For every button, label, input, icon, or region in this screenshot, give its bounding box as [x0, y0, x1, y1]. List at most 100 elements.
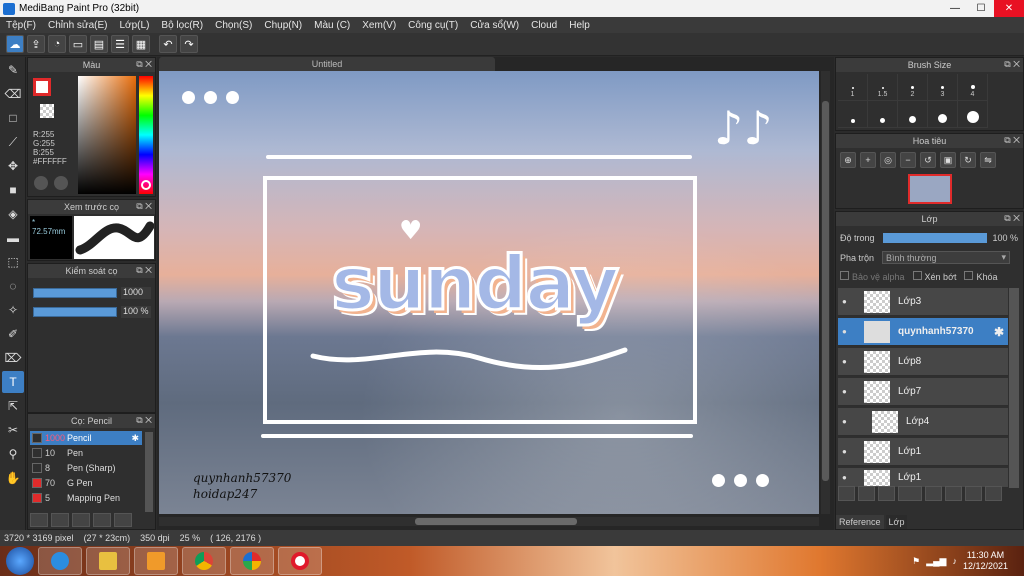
- color-wheel-icon[interactable]: [54, 176, 68, 190]
- menu-filter[interactable]: Bộ lọc(R): [155, 20, 209, 31]
- eye-icon[interactable]: ●: [842, 357, 856, 366]
- flip-icon[interactable]: ⇋: [980, 152, 996, 168]
- menu-layer[interactable]: Lớp(L): [114, 20, 156, 31]
- rotate-right-icon[interactable]: ↻: [960, 152, 976, 168]
- eye-icon[interactable]: ●: [842, 387, 856, 396]
- maximize-icon[interactable]: ☐: [968, 0, 994, 17]
- upload-icon[interactable]: ⇪: [27, 35, 45, 53]
- list-icon[interactable]: ☰: [111, 35, 129, 53]
- undo-icon[interactable]: ↶: [159, 35, 177, 53]
- menu-view[interactable]: Xem(V): [356, 20, 402, 31]
- grid-icon[interactable]: ▦: [132, 35, 150, 53]
- brush-opacity-slider[interactable]: [33, 307, 117, 317]
- brush-size-slider[interactable]: [33, 288, 117, 298]
- merge-layer-icon[interactable]: [965, 486, 982, 501]
- fill-rect-tool-icon[interactable]: ■: [2, 179, 24, 201]
- divide-tool-icon[interactable]: ✂: [2, 419, 24, 441]
- new-layer-icon[interactable]: [838, 486, 855, 501]
- menu-file[interactable]: Tệp(F): [0, 20, 42, 31]
- saturation-value-picker[interactable]: [78, 76, 136, 194]
- volume-icon[interactable]: ♪: [952, 556, 957, 566]
- size-preset[interactable]: [928, 101, 958, 128]
- palette-icon[interactable]: [34, 176, 48, 190]
- vertical-scrollbar[interactable]: [821, 71, 830, 514]
- menu-edit[interactable]: Chỉnh sửa(E): [42, 20, 114, 31]
- fit-screen-icon[interactable]: ▣: [940, 152, 956, 168]
- brush-folder-icon[interactable]: [114, 513, 132, 527]
- add-brush-icon[interactable]: [30, 513, 48, 527]
- drawing-canvas[interactable]: ♪♪ ♥ sunday quynhanh57370 hoidap247: [159, 71, 819, 514]
- brush-list-scrollbar[interactable]: [145, 432, 153, 512]
- hue-slider[interactable]: [139, 76, 153, 194]
- gradient-tool-icon[interactable]: ▬: [2, 227, 24, 249]
- panel-controls-icon[interactable]: ⧉ ✕: [136, 201, 152, 212]
- taskbar-app-explorer[interactable]: [86, 547, 130, 575]
- document-icon[interactable]: ▤: [90, 35, 108, 53]
- brush-opacity-value[interactable]: 100 %: [121, 306, 151, 318]
- size-preset[interactable]: 3: [928, 74, 958, 101]
- vertical-scroll-thumb[interactable]: [822, 101, 829, 481]
- brush-settings-icon[interactable]: [93, 513, 111, 527]
- menu-select[interactable]: Chọn(S): [209, 20, 258, 31]
- gear-icon[interactable]: ✱: [994, 325, 1004, 339]
- panel-controls-icon[interactable]: ⧉ ✕: [136, 415, 152, 426]
- new-8bit-layer-icon[interactable]: [878, 486, 895, 501]
- operation-tool-icon[interactable]: ⇱: [2, 395, 24, 417]
- brush-size-value[interactable]: 1000: [121, 287, 151, 299]
- gear-icon[interactable]: ✱: [131, 433, 139, 444]
- taskbar-app-medibang[interactable]: [230, 547, 274, 575]
- network-icon[interactable]: ▂▄▆: [926, 556, 946, 567]
- panel-controls-icon[interactable]: ⧉ ✕: [1004, 213, 1020, 224]
- select-pen-icon[interactable]: ✐: [2, 323, 24, 345]
- size-preset[interactable]: 1: [838, 74, 868, 101]
- menu-tools[interactable]: Công cụ(T): [402, 20, 464, 31]
- minimize-icon[interactable]: —: [942, 0, 968, 17]
- brush-tool-icon[interactable]: ✎: [2, 59, 24, 81]
- text-tool-icon[interactable]: T: [2, 371, 24, 393]
- panel-controls-icon[interactable]: ⧉ ✕: [1004, 59, 1020, 70]
- menu-snap[interactable]: Chụp(N): [258, 20, 308, 31]
- menu-color[interactable]: Màu (C): [308, 20, 356, 31]
- layer-item[interactable]: ● Lớp4: [838, 408, 1008, 436]
- eye-icon[interactable]: ●: [842, 447, 856, 456]
- line-tool-icon[interactable]: ⟋: [2, 131, 24, 153]
- horizontal-scroll-thumb[interactable]: [415, 518, 577, 525]
- eye-icon[interactable]: ●: [842, 473, 856, 482]
- delete-layer-icon[interactable]: [985, 486, 1002, 501]
- hand-tool-icon[interactable]: ✋: [2, 467, 24, 489]
- zoom-out-icon[interactable]: −: [900, 152, 916, 168]
- close-icon[interactable]: ✕: [994, 0, 1024, 17]
- comment-icon[interactable]: ◔: [48, 35, 66, 53]
- layer-item[interactable]: ● Lớp7: [838, 378, 1008, 406]
- size-preset[interactable]: [868, 101, 898, 128]
- size-preset[interactable]: [898, 101, 928, 128]
- protect-alpha-checkbox[interactable]: Bảo vệ alpha: [840, 271, 905, 282]
- clipping-checkbox[interactable]: Xén bớt: [912, 271, 956, 282]
- brush-menu-icon[interactable]: [72, 513, 90, 527]
- size-preset[interactable]: [838, 101, 868, 128]
- flag-icon[interactable]: ⚑: [912, 556, 920, 567]
- magic-wand-icon[interactable]: ✧: [2, 299, 24, 321]
- layer-item[interactable]: ● Lớp1: [838, 438, 1008, 466]
- rectangle-tool-icon[interactable]: □: [2, 107, 24, 129]
- brush-item[interactable]: 10 Pen: [30, 446, 142, 460]
- zoom-icon[interactable]: ⊕: [840, 152, 856, 168]
- size-preset[interactable]: [958, 101, 988, 128]
- tab-layer[interactable]: Lớp: [885, 515, 908, 529]
- bucket-tool-icon[interactable]: ◈: [2, 203, 24, 225]
- start-button[interactable]: [6, 547, 34, 575]
- layer-list-scrollbar[interactable]: [1009, 288, 1019, 488]
- new-brush-icon[interactable]: [51, 513, 69, 527]
- taskbar-app-ie[interactable]: [38, 547, 82, 575]
- folder-icon[interactable]: [925, 486, 942, 501]
- blend-mode-select[interactable]: Bình thường ▾: [882, 251, 1011, 264]
- new-halftone-layer-icon[interactable]: [858, 486, 875, 501]
- lock-checkbox[interactable]: Khóa: [964, 271, 998, 282]
- size-preset[interactable]: 2: [898, 74, 928, 101]
- panel-controls-icon[interactable]: ⧉ ✕: [1004, 135, 1020, 146]
- tab-reference[interactable]: Reference: [836, 515, 884, 529]
- menu-help[interactable]: Help: [563, 20, 596, 31]
- document-tab[interactable]: Untitled: [159, 57, 495, 71]
- taskbar-app-chrome[interactable]: [182, 547, 226, 575]
- layer-item[interactable]: ● Lớp1: [838, 468, 1008, 488]
